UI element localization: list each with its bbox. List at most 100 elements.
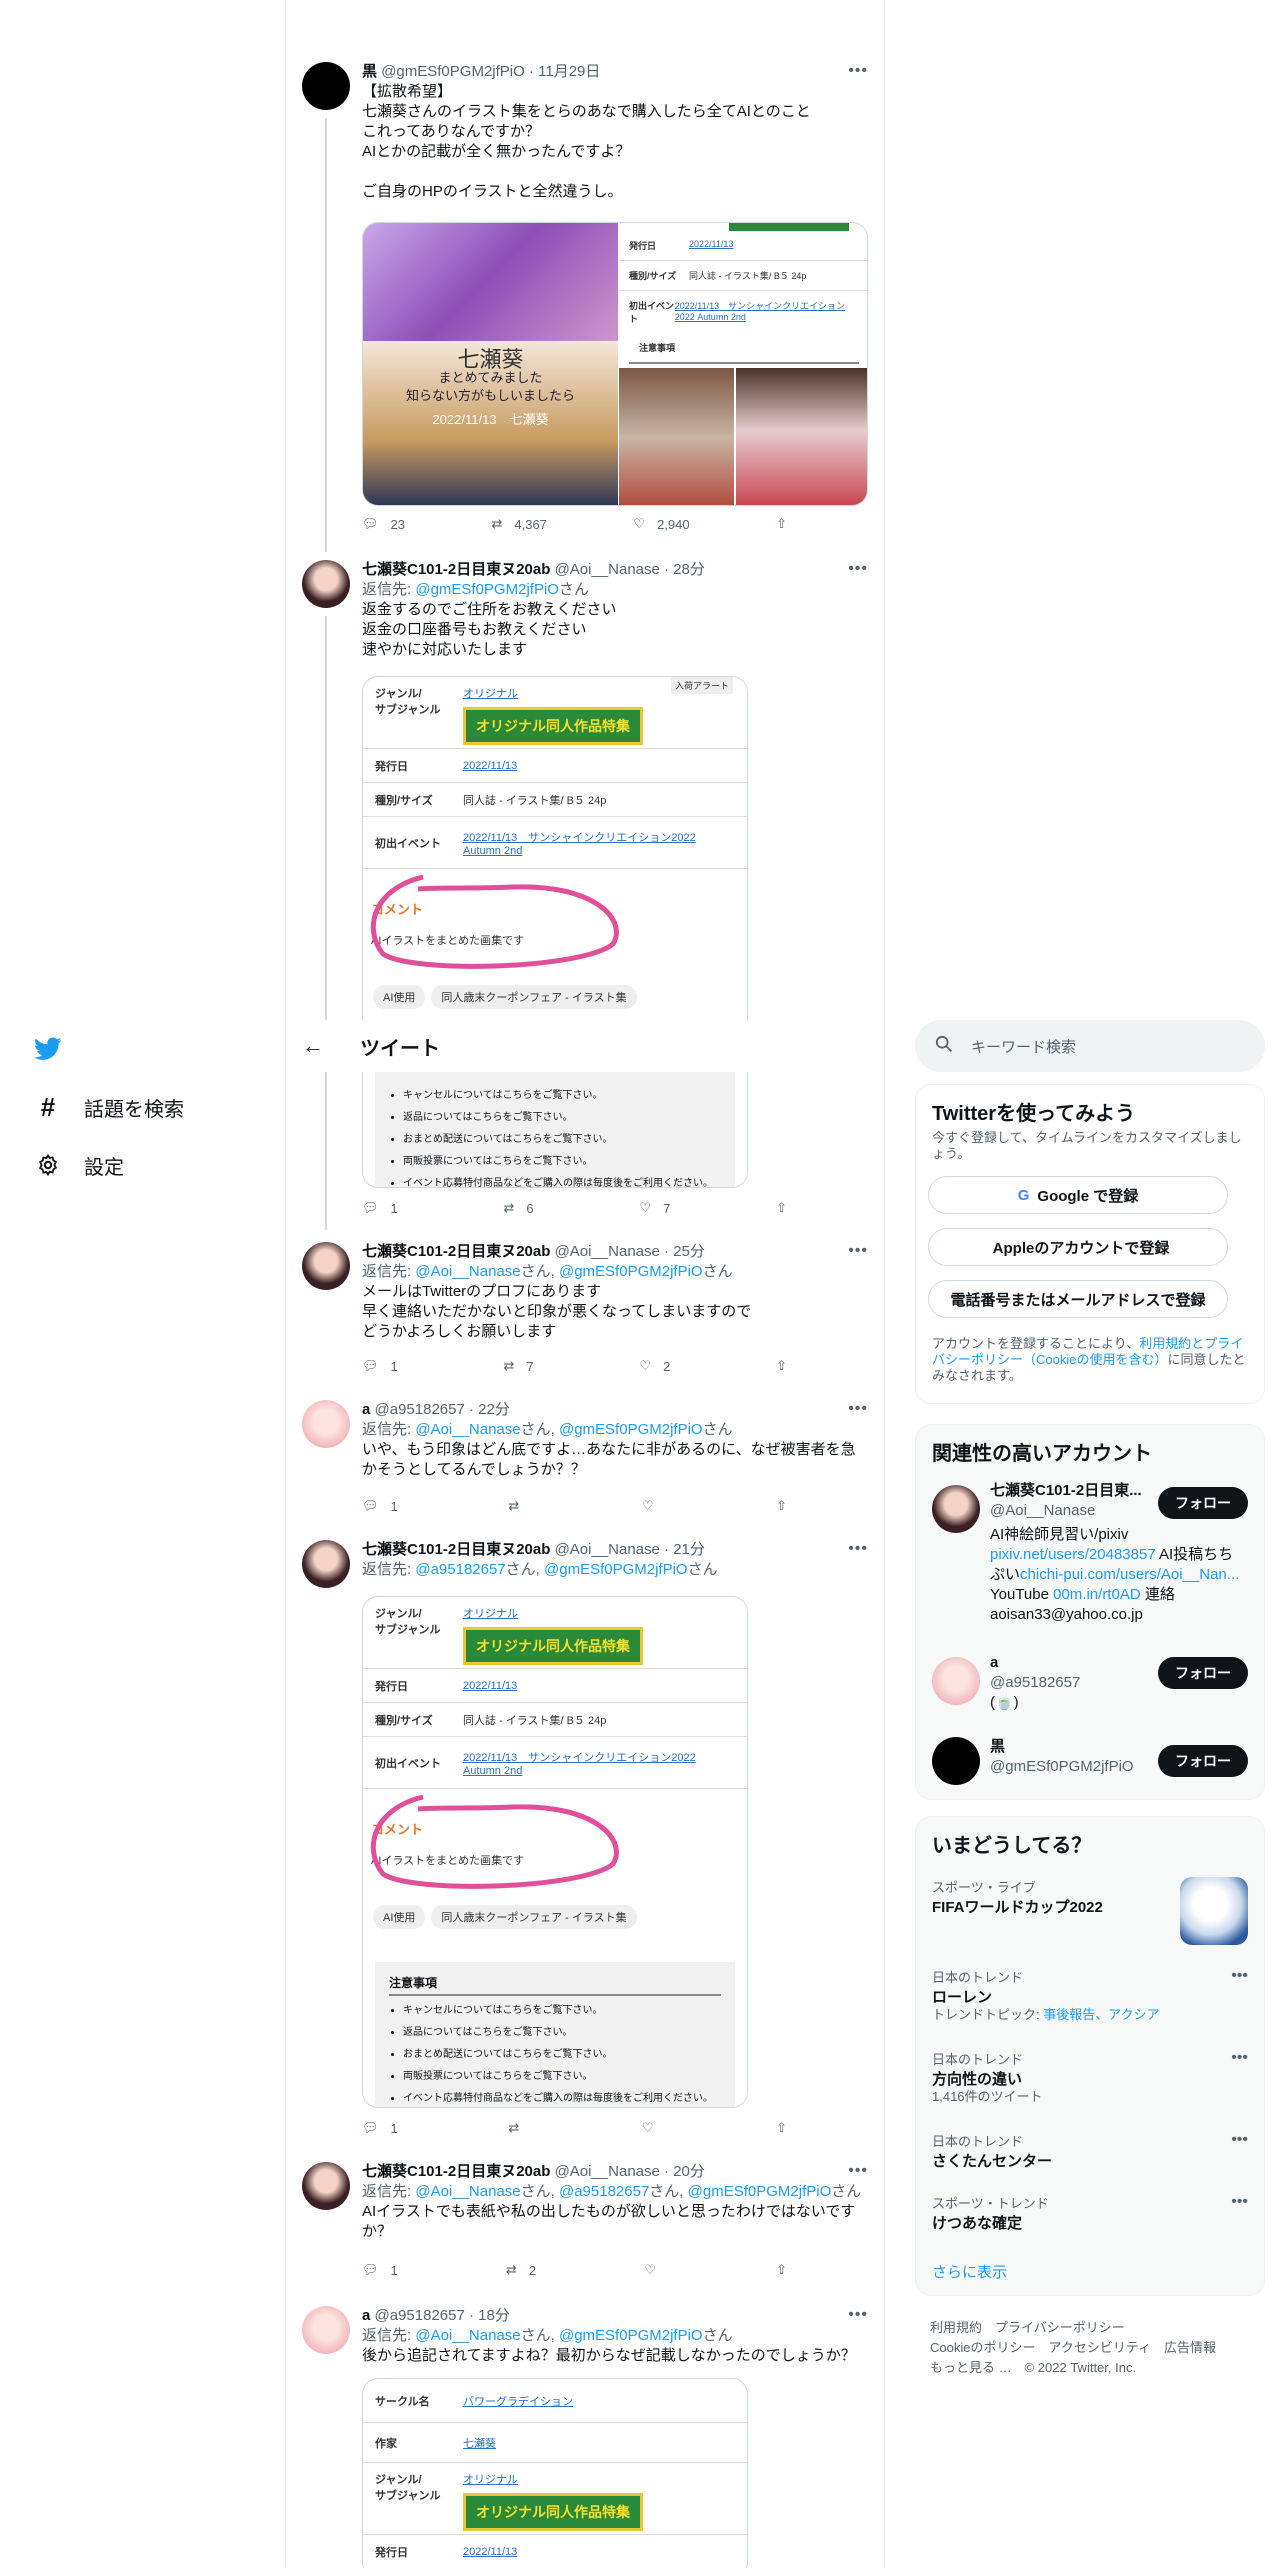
reply-button[interactable]: 💬︎ 1 [362, 2262, 398, 2278]
display-name[interactable]: 七瀬葵C101-2日目東ヌ20ab [362, 1243, 550, 1260]
follow-button[interactable]: フォロー [1158, 1657, 1248, 1689]
tweet-reply[interactable]: 七瀬葵C101-2日目東ヌ20ab @Aoi__Nanase · 21分 •••… [286, 1540, 884, 2160]
tweet-reply[interactable]: 七瀬葵C101-2日目東ヌ20ab @Aoi__Nanase · 25分 •••… [286, 1242, 884, 1392]
retweet-button[interactable]: ⇄ 6 [504, 1200, 534, 1216]
avatar[interactable] [302, 62, 350, 110]
more-icon[interactable]: ••• [848, 2306, 868, 2324]
search-input[interactable]: キーワード検索 [971, 1036, 1076, 1057]
avatar[interactable] [302, 2162, 350, 2210]
tweet-reply[interactable]: 七瀬葵C101-2日目東ヌ20ab @Aoi__Nanase · 28分 •••… [286, 560, 884, 1230]
timestamp[interactable]: 28分 [673, 561, 705, 578]
user-handle[interactable]: @Aoi__Nanase [555, 1541, 660, 1558]
display-name[interactable]: 七瀬葵C101-2日目東ヌ20ab [362, 561, 550, 578]
reply-button[interactable]: 💬︎ 1 [362, 2120, 398, 2136]
mention-link[interactable]: @gmESf0PGM2jfPiO [544, 1561, 688, 1578]
footer-line[interactable]: 利用規約 プライバシーポリシー [930, 2318, 1250, 2338]
timestamp[interactable]: 22分 [478, 1401, 510, 1418]
more-icon[interactable]: ••• [848, 1540, 868, 1558]
search-box[interactable]: キーワード検索 [915, 1020, 1265, 1072]
trend-item[interactable]: 日本のトレンド さくたんセンター ••• [932, 2131, 1248, 2171]
more-icon[interactable]: ••• [848, 2162, 868, 2180]
more-icon[interactable]: ••• [1231, 2193, 1248, 2211]
like-button[interactable]: ♡ [642, 1498, 666, 1514]
mention-link[interactable]: @gmESf0PGM2jfPiO [559, 2327, 703, 2344]
user-handle[interactable]: @Aoi__Nanase [555, 2163, 660, 2180]
trend-item[interactable]: 日本のトレンド 方向性の違い 1,416件のツイート ••• [932, 2049, 1248, 2105]
more-icon[interactable]: ••• [1231, 2049, 1248, 2067]
mention-link[interactable]: @Aoi__Nanase [415, 2183, 520, 2200]
avatar[interactable] [302, 1242, 350, 1290]
retweet-button[interactable]: ⇄ [508, 1498, 531, 1514]
timestamp[interactable]: 25分 [673, 1243, 705, 1260]
follow-button[interactable]: フォロー [1158, 1487, 1248, 1519]
mention-link[interactable]: @gmESf0PGM2jfPiO [559, 1263, 703, 1280]
mention-link[interactable]: @Aoi__Nanase [415, 1421, 520, 1438]
like-button[interactable]: ♡ [642, 2120, 666, 2136]
google-signup-button[interactable]: G Google で登録 [928, 1176, 1228, 1214]
nav-settings[interactable]: 設定 [0, 1136, 285, 1194]
reply-button[interactable]: 💬︎ 1 [362, 1498, 398, 1514]
retweet-button[interactable]: ⇄ [508, 2120, 531, 2136]
user-handle[interactable]: @a95182657 [375, 1401, 465, 1418]
timestamp[interactable]: 20分 [673, 2163, 705, 2180]
more-icon[interactable]: ••• [848, 560, 868, 578]
share-button[interactable]: ⇧ [776, 1200, 787, 1216]
nav-explore[interactable]: # 話題を検索 [0, 1078, 285, 1136]
retweet-button[interactable]: ⇄ 2 [506, 2262, 536, 2278]
display-name[interactable]: a [362, 2307, 370, 2324]
more-icon[interactable]: ••• [1231, 1967, 1248, 1985]
tweet-media[interactable]: 七瀬葵 まとめてみました 知らない方がもしいましたら 2022/11/13 七瀬… [362, 222, 868, 506]
display-name[interactable]: a [362, 1401, 370, 1418]
back-arrow-icon[interactable]: ← [302, 1033, 336, 1059]
tweet-media[interactable]: ジャンル/ サブジャンル オリジナル オリジナル同人作品特集 入荷アラート 発行日… [362, 676, 748, 1188]
more-icon[interactable]: ••• [1231, 2131, 1248, 2149]
trend-item[interactable]: スポーツ・トレンド けつあな確定 ••• [932, 2193, 1248, 2233]
reply-button[interactable]: 💬︎ 23 [362, 516, 405, 532]
show-more-link[interactable]: さらに表示 [932, 2261, 1007, 2282]
avatar[interactable] [302, 1540, 350, 1588]
avatar[interactable] [302, 1400, 350, 1448]
mention-link[interactable]: @Aoi__Nanase [415, 1263, 520, 1280]
timestamp[interactable]: 11月29日 [538, 63, 600, 80]
tweet-reply[interactable]: a @a95182657 · 18分 ••• 返信先: @Aoi__Nanase… [286, 2306, 884, 2568]
avatar[interactable] [302, 560, 350, 608]
tweet-media[interactable]: サークル名 パワーグラデイション 作家 七瀬葵 ジャンル/ サブジャンル オリジナル… [362, 2378, 748, 2568]
timestamp[interactable]: 21分 [673, 1541, 705, 1558]
follow-button[interactable]: フォロー [1158, 1745, 1248, 1777]
share-button[interactable]: ⇧ [776, 1498, 787, 1514]
share-button[interactable]: ⇧ [776, 516, 787, 532]
display-name[interactable]: 黒 [362, 63, 377, 80]
retweet-button[interactable]: ⇄ 4,367 [491, 516, 546, 532]
like-button[interactable]: ♡ 2,940 [633, 516, 689, 532]
user-handle[interactable]: @a95182657 [375, 2307, 465, 2324]
tweet-reply[interactable]: a @a95182657 · 22分 ••• 返信先: @Aoi__Nanase… [286, 1400, 884, 1534]
mention-link[interactable]: @a95182657 [415, 1561, 505, 1578]
reply-button[interactable]: 💬︎ 1 [362, 1358, 398, 1374]
mention-link[interactable]: @Aoi__Nanase [415, 2327, 520, 2344]
mention-link[interactable]: @gmESf0PGM2jfPiO [559, 1421, 703, 1438]
user-handle[interactable]: @Aoi__Nanase [555, 561, 660, 578]
twitter-logo[interactable] [0, 1020, 285, 1078]
avatar[interactable] [302, 2306, 350, 2354]
tweet-original[interactable]: 黒 @gmESf0PGM2jfPiO · 11月29日 ••• 【拡散希望】 七… [286, 62, 884, 552]
tweet-media[interactable]: ジャンル/ サブジャンル オリジナル オリジナル同人作品特集 発行日 2022/11… [362, 1596, 748, 2108]
user-handle[interactable]: @Aoi__Nanase [555, 1243, 660, 1260]
footer-line[interactable]: もっと見る … © 2022 Twitter, Inc. [930, 2358, 1250, 2378]
display-name[interactable]: 七瀬葵C101-2日目東ヌ20ab [362, 2163, 550, 2180]
more-icon[interactable]: ••• [848, 1242, 868, 1260]
tweet-reply[interactable]: 七瀬葵C101-2日目東ヌ20ab @Aoi__Nanase · 20分 •••… [286, 2162, 884, 2302]
phone-signup-button[interactable]: 電話番号またはメールアドレスで登録 [928, 1280, 1228, 1318]
share-button[interactable]: ⇧ [776, 2262, 787, 2278]
share-button[interactable]: ⇧ [776, 2120, 787, 2136]
mention-link[interactable]: @a95182657 [559, 2183, 649, 2200]
display-name[interactable]: 七瀬葵C101-2日目東ヌ20ab [362, 1541, 550, 1558]
user-handle[interactable]: @gmESf0PGM2jfPiO [381, 63, 525, 80]
apple-signup-button[interactable]: Appleのアカウントで登録 [928, 1228, 1228, 1266]
trend-item[interactable]: スポーツ・ライブ FIFAワールドカップ2022 [932, 1877, 1248, 1945]
trend-item[interactable]: 日本のトレンド ローレン トレンドトピック: 事後報告、アクシア ••• [932, 1967, 1248, 2023]
timestamp[interactable]: 18分 [478, 2307, 510, 2324]
like-button[interactable]: ♡ 7 [639, 1200, 670, 1216]
more-icon[interactable]: ••• [848, 1400, 868, 1418]
like-button[interactable]: ♡ 2 [639, 1358, 670, 1374]
mention-link[interactable]: @gmESf0PGM2jfPiO [415, 581, 559, 598]
